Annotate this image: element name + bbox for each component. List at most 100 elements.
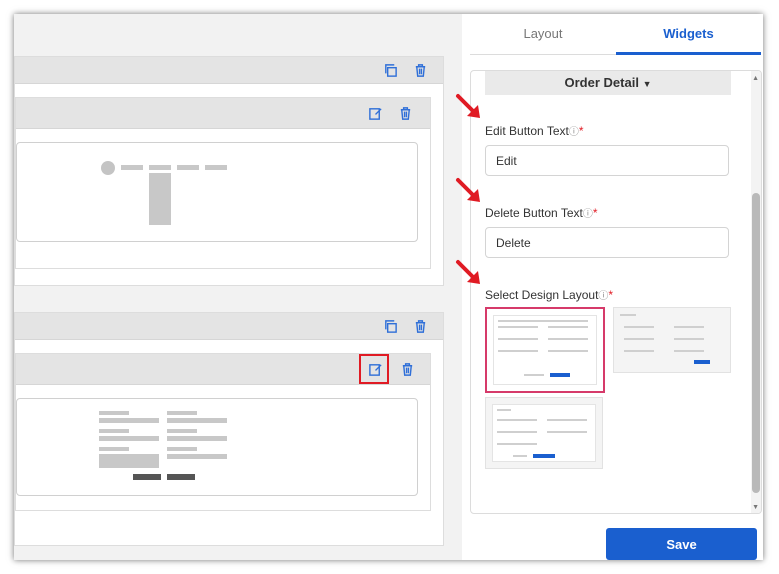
- edit-button-text-label: Edit Button Textⓘ*: [485, 123, 584, 138]
- preview-line: [620, 314, 636, 316]
- red-arrow-icon: [456, 260, 480, 284]
- preview-line: [497, 443, 537, 445]
- skeleton-button: [133, 474, 161, 480]
- section-1-header: [15, 57, 443, 84]
- preview-line: [513, 455, 527, 457]
- save-button[interactable]: Save: [606, 528, 757, 560]
- preview-line: [498, 320, 588, 322]
- layout-preview: [492, 404, 596, 462]
- widget-2-preview: [16, 398, 418, 496]
- edit-icon[interactable]: [366, 104, 384, 122]
- skeleton-line: [167, 429, 197, 433]
- required-mark: *: [592, 206, 598, 220]
- preview-line: [547, 419, 587, 421]
- help-icon[interactable]: ⓘ: [583, 209, 593, 220]
- skeleton-line: [167, 411, 197, 415]
- preview-line: [624, 350, 654, 352]
- help-icon[interactable]: ⓘ: [569, 127, 579, 138]
- scroll-up-icon[interactable]: ▲: [752, 75, 759, 82]
- widget-1-header: [16, 98, 430, 129]
- preview-line: [524, 374, 544, 376]
- skeleton-line: [167, 454, 227, 459]
- skeleton-line: [167, 436, 227, 441]
- widget-dropdown[interactable]: Order Detail ▼: [485, 71, 731, 95]
- tab-widgets[interactable]: Widgets: [616, 14, 761, 55]
- edit-icon[interactable]: [366, 360, 384, 378]
- preview-line: [497, 431, 537, 433]
- skeleton-line: [99, 429, 129, 433]
- screenshot-frame: Layout Widgets Order Detail ▼ Edit Butto…: [14, 14, 763, 560]
- widget-properties: Order Detail ▼ Edit Button Textⓘ* Edit D…: [470, 70, 762, 514]
- preview-line: [674, 326, 704, 328]
- preview-line: [498, 326, 538, 328]
- skeleton-line: [177, 165, 199, 170]
- scroll-down-icon[interactable]: ▼: [752, 504, 759, 511]
- preview-line: [548, 338, 588, 340]
- delete-button-text-input[interactable]: Delete: [485, 227, 729, 258]
- skeleton-line: [99, 447, 129, 451]
- widget-block-1: [15, 97, 431, 269]
- properties-scrollbar[interactable]: ▲ ▼: [751, 71, 761, 513]
- skeleton-line: [167, 447, 197, 451]
- delete-icon[interactable]: [411, 317, 429, 335]
- panel-tabs: Layout Widgets: [470, 14, 761, 55]
- skeleton-line: [121, 165, 143, 170]
- copy-icon[interactable]: [381, 317, 399, 335]
- preview-line: [624, 326, 654, 328]
- skeleton-button: [167, 474, 195, 480]
- skeleton-block: [99, 454, 159, 468]
- red-arrow-icon: [456, 94, 480, 118]
- delete-button-text-label: Delete Button Textⓘ*: [485, 205, 598, 220]
- preview-button: [694, 360, 710, 364]
- delete-icon[interactable]: [398, 360, 416, 378]
- skeleton-block: [149, 173, 171, 225]
- label-text: Delete Button Text: [485, 206, 583, 220]
- label-text: Edit Button Text: [485, 124, 569, 138]
- required-mark: *: [608, 288, 614, 302]
- preview-line: [624, 338, 654, 340]
- layout-section-2: [14, 312, 444, 546]
- help-icon[interactable]: ⓘ: [598, 291, 608, 302]
- preview-line: [674, 350, 704, 352]
- skeleton-line: [99, 411, 129, 415]
- layout-canvas: [14, 14, 462, 560]
- scrollbar-thumb[interactable]: [752, 193, 760, 493]
- preview-line: [498, 350, 538, 352]
- preview-line: [674, 338, 704, 340]
- design-layout-label: Select Design Layoutⓘ*: [485, 287, 613, 302]
- delete-icon[interactable]: [411, 61, 429, 79]
- caret-down-icon: ▼: [642, 79, 652, 89]
- delete-icon[interactable]: [396, 104, 414, 122]
- section-2-header: [15, 313, 443, 340]
- layout-option-2[interactable]: [613, 307, 731, 373]
- label-text: Select Design Layout: [485, 288, 599, 302]
- preview-line: [498, 338, 538, 340]
- copy-icon[interactable]: [381, 61, 399, 79]
- widget-block-2: [15, 353, 431, 511]
- widget-1-preview: [16, 142, 418, 242]
- layout-option-3[interactable]: [485, 397, 603, 469]
- avatar-placeholder: [101, 161, 115, 175]
- preview-line: [548, 350, 588, 352]
- widget-dropdown-label: Order Detail: [564, 75, 639, 90]
- required-mark: *: [578, 124, 584, 138]
- skeleton-line: [205, 165, 227, 170]
- layout-option-1[interactable]: [485, 307, 605, 393]
- properties-panel: Layout Widgets Order Detail ▼ Edit Butto…: [462, 14, 763, 560]
- layout-section-1: [14, 56, 444, 286]
- preview-button: [550, 373, 570, 377]
- red-arrow-icon: [456, 178, 480, 202]
- preview-line: [497, 419, 537, 421]
- preview-line: [547, 431, 587, 433]
- skeleton-line: [99, 418, 159, 423]
- widget-2-header: [16, 354, 430, 385]
- skeleton-line: [167, 418, 227, 423]
- skeleton-line: [149, 165, 171, 170]
- layout-preview: [493, 315, 597, 385]
- edit-button-text-input[interactable]: Edit: [485, 145, 729, 176]
- preview-line: [548, 326, 588, 328]
- tab-layout[interactable]: Layout: [470, 14, 616, 52]
- preview-line: [497, 409, 511, 411]
- preview-button: [533, 454, 555, 458]
- skeleton-line: [99, 436, 159, 441]
